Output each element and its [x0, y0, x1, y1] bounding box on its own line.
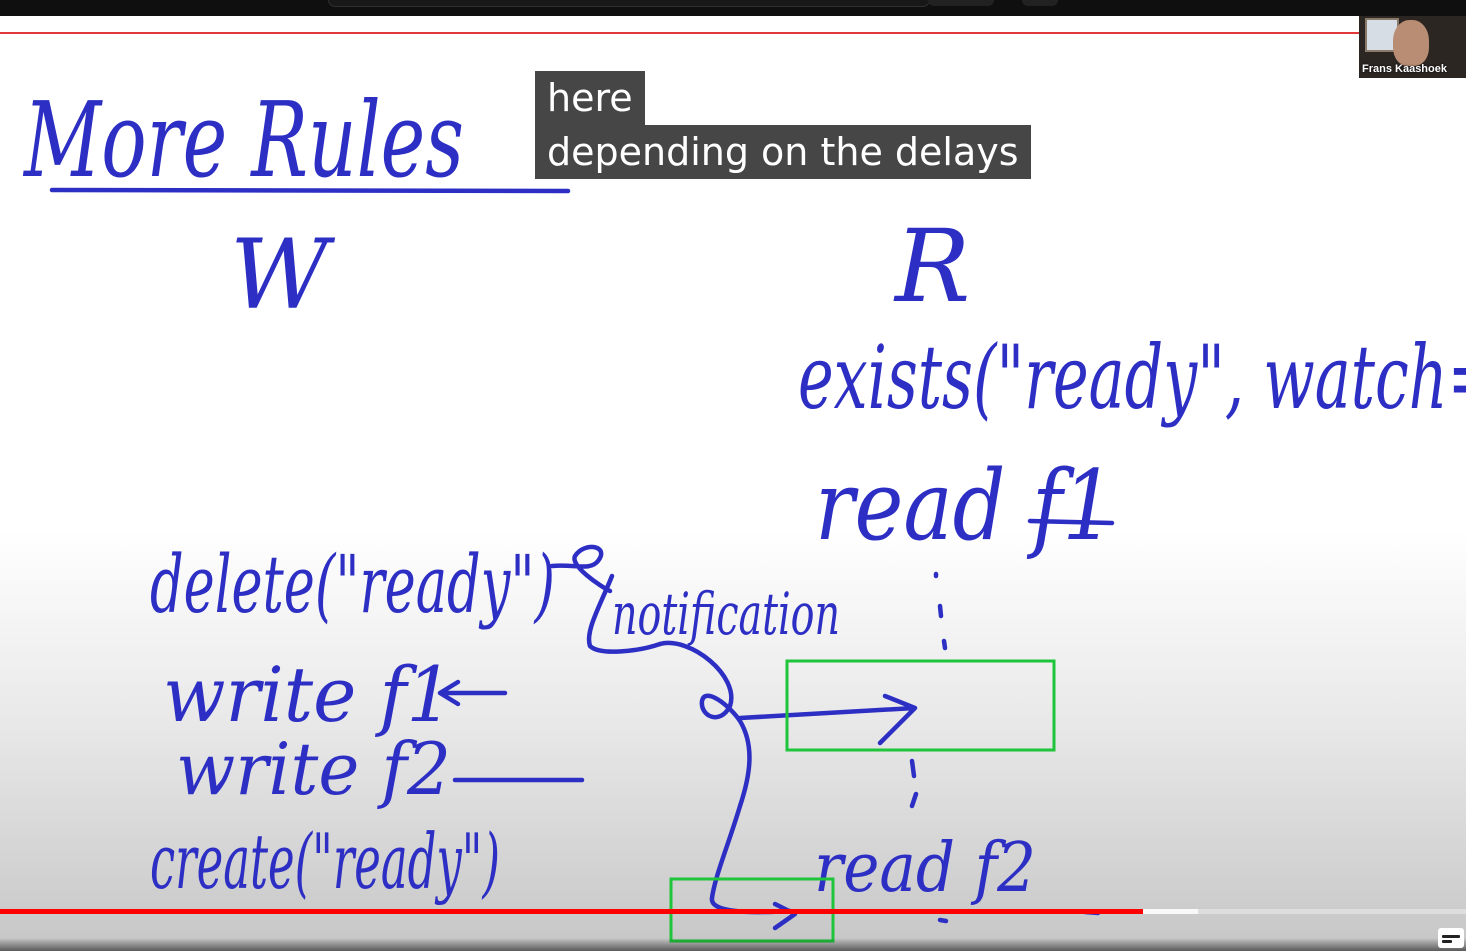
reader-op-exists: exists("ready", watch=	[798, 326, 1466, 429]
reader-op-read-f1: read f1	[815, 450, 1115, 562]
browser-top-bar	[0, 0, 1466, 16]
search-box[interactable]	[328, 0, 930, 7]
voice-search-button[interactable]	[1022, 0, 1058, 6]
writer-op-create: create("ready")	[150, 817, 500, 906]
progress-buffered	[1143, 909, 1198, 914]
bottom-arrow-head	[772, 901, 798, 931]
title-underline	[49, 187, 571, 194]
reader-op-read-f2: read f2	[814, 829, 1036, 908]
subtitles-icon[interactable]	[1438, 928, 1464, 948]
writer-op-write-f2: write f2	[176, 727, 451, 811]
arrow-into-box	[737, 693, 918, 746]
reader-dots-upper	[933, 571, 948, 651]
arrow-from-delete	[549, 544, 613, 594]
reader-dots-lower	[909, 758, 919, 809]
writer-op-delete: delete("ready")	[150, 538, 555, 631]
underline-f1	[1027, 518, 1115, 526]
progress-bar[interactable]	[0, 909, 1466, 914]
highlight-box-upper	[785, 659, 1056, 752]
speaker-thumbnail: Frans Kaashoek	[1359, 16, 1466, 78]
progress-played	[0, 909, 1143, 914]
speaker-face	[1393, 20, 1429, 66]
subtitles-icon-line	[1442, 940, 1452, 943]
writer-op-write-f1: write f1	[163, 650, 453, 739]
speaker-name: Frans Kaashoek	[1362, 63, 1447, 75]
search-button[interactable]	[928, 0, 994, 6]
caption-window: here depending on the delays	[535, 71, 1031, 179]
writer-label: W	[230, 219, 336, 331]
notification-flow-curve	[657, 640, 793, 915]
whiteboard-title: More Rules	[23, 79, 464, 201]
arrow-write-f1	[437, 679, 508, 707]
caption-line-1: here	[535, 71, 645, 125]
caption-line-2: depending on the delays	[535, 125, 1031, 179]
notification-label: notification	[612, 580, 840, 648]
video-player[interactable]: More Rules W R exists("ready", watch= re…	[0, 16, 1466, 951]
reader-label: R	[893, 208, 970, 325]
subtitles-icon-line	[1442, 935, 1460, 938]
player-controls-gradient	[0, 938, 1466, 951]
